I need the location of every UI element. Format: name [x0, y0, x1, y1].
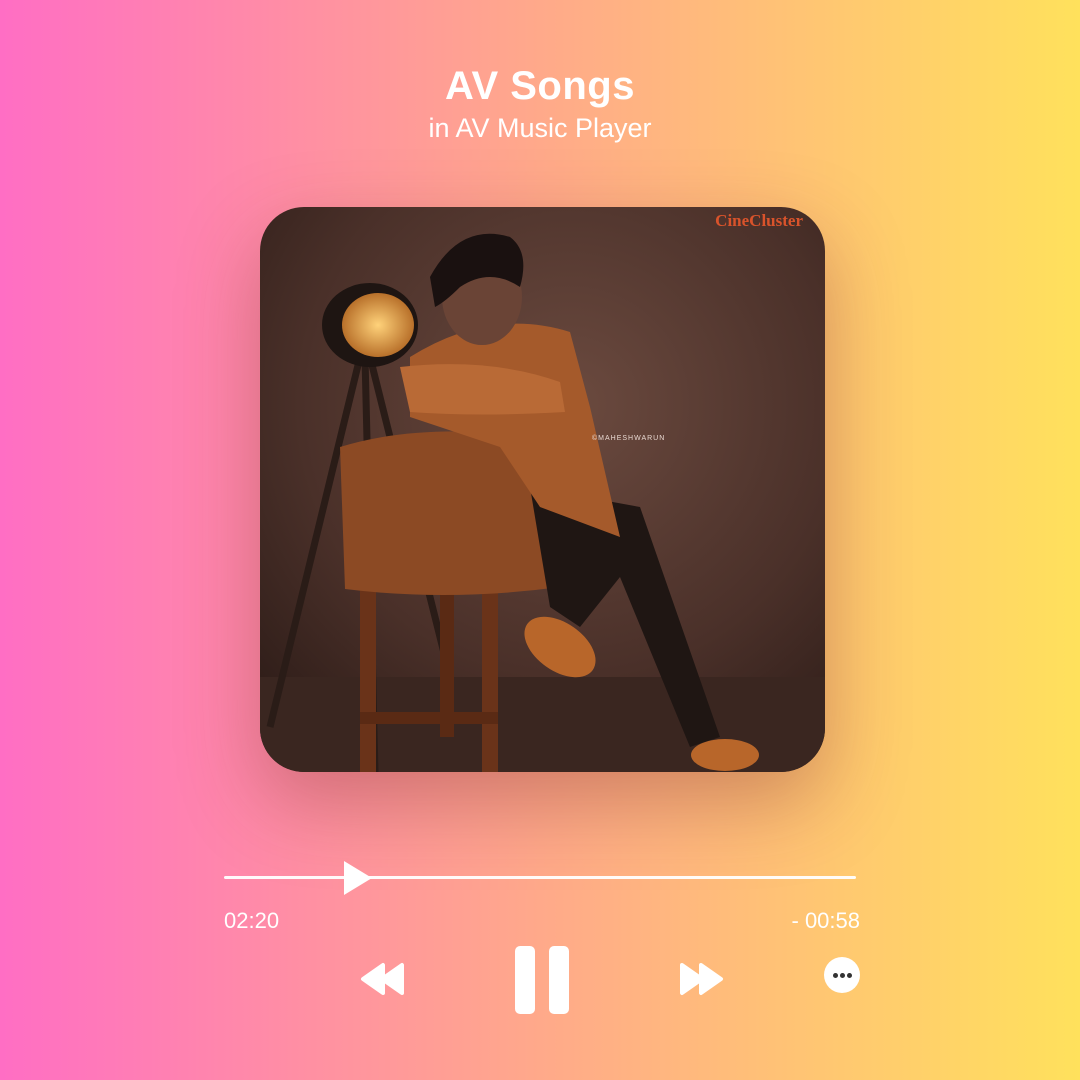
pause-icon — [515, 946, 569, 1014]
player-subtitle: in AV Music Player — [428, 113, 652, 143]
more-options-icon — [833, 973, 838, 978]
progress-track[interactable] — [224, 876, 856, 879]
song-title: AV Songs — [445, 64, 635, 108]
pause-button[interactable] — [513, 944, 571, 1021]
next-button[interactable] — [678, 962, 724, 1001]
previous-button[interactable] — [360, 962, 406, 1001]
progress-thumb[interactable] — [344, 861, 373, 895]
remaining-time: - 00:58 — [791, 908, 861, 933]
rewind-icon — [361, 963, 404, 995]
photo-credit: ©MAHESHWARUN — [592, 435, 666, 442]
elapsed-time: 02:20 — [224, 908, 280, 933]
watermark-text: CineCluster — [715, 211, 803, 230]
fast-forward-icon — [680, 963, 723, 995]
album-artwork: CineCluster ©MAHESHWARUN — [260, 207, 825, 772]
more-options-button[interactable] — [824, 957, 860, 993]
